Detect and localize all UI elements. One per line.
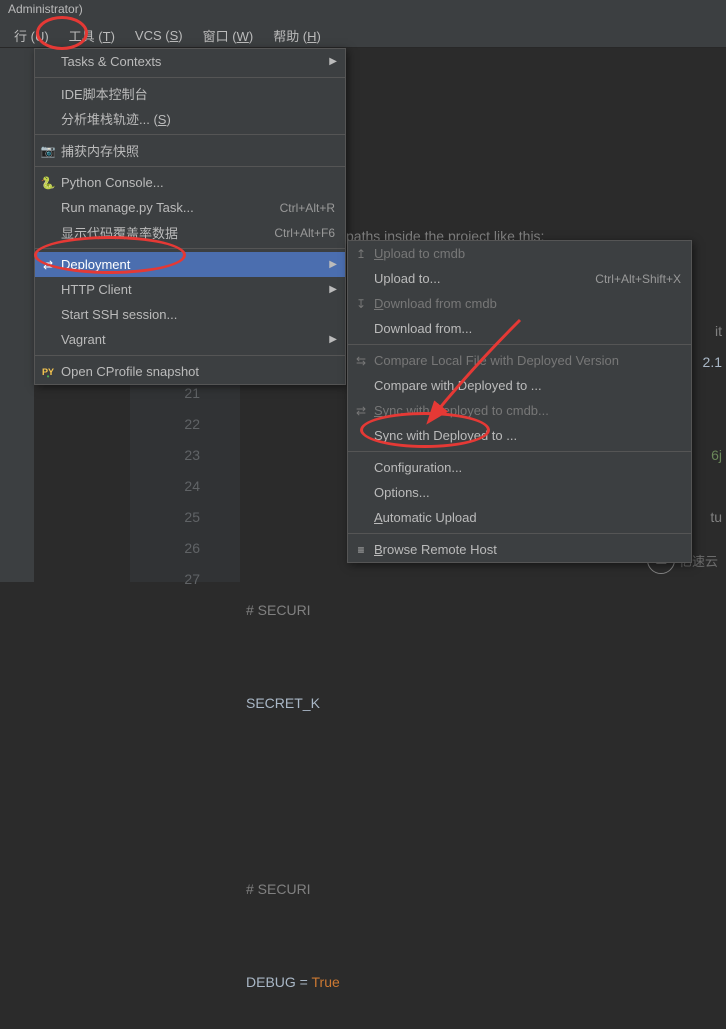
menu-coverage[interactable]: 显示代码覆盖率数据 Ctrl+Alt+F6 xyxy=(35,220,345,245)
title-bar: Administrator) xyxy=(0,0,726,24)
menu-compare-deployed[interactable]: Compare with Deployed to ... xyxy=(348,373,691,398)
menu-separator xyxy=(348,451,691,452)
menu-separator xyxy=(35,134,345,135)
shortcut-label: Ctrl+Alt+R xyxy=(280,201,335,215)
sync-icon: ⇄ xyxy=(353,404,369,418)
menu-separator xyxy=(348,533,691,534)
menu-download-from[interactable]: Download from... xyxy=(348,316,691,341)
menu-capture-memory[interactable]: 📷 捕获内存快照 xyxy=(35,138,345,163)
menu-upload-cmdb[interactable]: ↥ Upload to cmdb xyxy=(348,241,691,266)
menu-http-client[interactable]: HTTP Client ▶ xyxy=(35,277,345,302)
menu-run-manage[interactable]: Run manage.py Task... Ctrl+Alt+R xyxy=(35,195,345,220)
menu-run[interactable]: 行 (U) xyxy=(4,24,59,47)
tools-menu-dropdown: Tasks & Contexts ▶ IDE脚本控制台 分析堆栈轨迹... (S… xyxy=(34,48,346,385)
menu-separator xyxy=(348,344,691,345)
shortcut-label: Ctrl+Alt+Shift+X xyxy=(595,272,681,286)
python-icon: 🐍 xyxy=(40,176,56,190)
list-icon: ≡ xyxy=(353,543,369,557)
menu-ide-console[interactable]: IDE脚本控制台 xyxy=(35,81,345,106)
menu-vagrant[interactable]: Vagrant ▶ xyxy=(35,327,345,352)
sync-icon: ⇄ xyxy=(40,258,56,272)
menu-browse-remote[interactable]: ≡ Browse Remote Host xyxy=(348,537,691,562)
menu-separator xyxy=(35,248,345,249)
menu-bar: 行 (U) 工具 (T) VCS (S) 窗口 (W) 帮助 (H) xyxy=(0,24,726,48)
menu-separator xyxy=(35,355,345,356)
menu-tools[interactable]: 工具 (T) xyxy=(59,24,125,47)
menu-window[interactable]: 窗口 (W) xyxy=(193,24,264,47)
menu-compare-local[interactable]: ⇆ Compare Local File with Deployed Versi… xyxy=(348,348,691,373)
menu-upload-to[interactable]: Upload to... Ctrl+Alt+Shift+X xyxy=(348,266,691,291)
menu-separator xyxy=(35,166,345,167)
window-title: Administrator) xyxy=(8,2,83,16)
shortcut-label: Ctrl+Alt+F6 xyxy=(274,226,335,240)
menu-sync-deployed[interactable]: Sync with Deployed to ... xyxy=(348,423,691,448)
menu-vcs[interactable]: VCS (S) xyxy=(125,26,193,45)
deployment-submenu: ↥ Upload to cmdb Upload to... Ctrl+Alt+S… xyxy=(347,240,692,563)
menu-options[interactable]: Options... xyxy=(348,480,691,505)
menu-tasks-contexts[interactable]: Tasks & Contexts ▶ xyxy=(35,49,345,74)
code-right-fragments: it 2.1 6j tu xyxy=(703,316,722,533)
submenu-arrow-icon: ▶ xyxy=(329,284,337,295)
tool-window-strip xyxy=(0,48,34,582)
menu-separator xyxy=(35,77,345,78)
menu-auto-upload[interactable]: Automatic Upload xyxy=(348,505,691,530)
menu-download-cmdb[interactable]: ↧ Download from cmdb xyxy=(348,291,691,316)
menu-start-ssh[interactable]: Start SSH session... xyxy=(35,302,345,327)
download-icon: ↧ xyxy=(353,297,369,311)
upload-icon: ↥ xyxy=(353,247,369,261)
menu-python-console[interactable]: 🐍 Python Console... xyxy=(35,170,345,195)
submenu-arrow-icon: ▶ xyxy=(329,334,337,345)
menu-sync-cmdb[interactable]: ⇄ Sync with Deployed to cmdb... xyxy=(348,398,691,423)
submenu-arrow-icon: ▶ xyxy=(329,56,337,67)
compare-icon: ⇆ xyxy=(353,354,369,368)
submenu-arrow-icon: ▶ xyxy=(329,259,337,270)
menu-help[interactable]: 帮助 (H) xyxy=(263,24,331,47)
menu-deployment[interactable]: ⇄ Deployment ▶ xyxy=(35,252,345,277)
dot-icon: • xyxy=(40,372,56,381)
camera-icon: 📷 xyxy=(40,144,56,158)
menu-cprofile[interactable]: PY • Open CProfile snapshot xyxy=(35,359,345,384)
code-lines[interactable]: # SECURI SECRET_K # SECURI DEBUG = True xyxy=(246,300,340,1029)
menu-configuration[interactable]: Configuration... xyxy=(348,455,691,480)
menu-analyze-stack[interactable]: 分析堆栈轨迹... (S) xyxy=(35,106,345,131)
